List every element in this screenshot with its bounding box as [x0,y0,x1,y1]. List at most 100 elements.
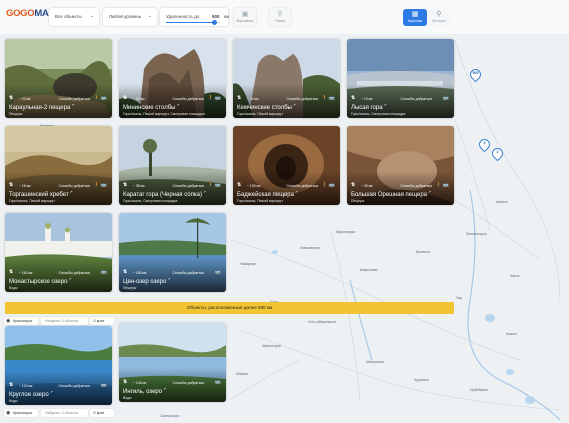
external-link-icon: ↗ [292,103,296,107]
map-label-city: Уяр [456,296,462,300]
access-level-select[interactable]: Любой уровень ⌄ [103,8,157,26]
how-to-get-link[interactable]: Способы добраться [401,97,432,101]
search-button[interactable]: ⚲ Поиск [269,8,291,26]
place-title: Мининские столбы [123,105,176,111]
place-title: Кемчинские столбы [237,105,292,111]
region-location-button[interactable]: ◉ Красноярск [4,409,38,417]
map-label-city: Абакан [236,372,249,376]
cards-view-toggle[interactable]: ▦ Карточки [403,9,427,26]
place-card[interactable]: ⇅ ~ 23 км Способы добраться 🚶🚌 Караульна… [5,39,112,118]
external-link-icon: ↗ [167,277,171,281]
route-icon: ⇅ [123,95,128,101]
transport-icons: 🚌 [100,269,108,275]
place-title: Монастырское озеро [9,279,68,285]
chevron-down-icon: ⌄ [147,13,152,19]
route-icon: ⇅ [9,382,14,388]
place-title: Каратаг гора (Черная сопка) [123,192,202,198]
place-card[interactable]: ⇅ ~ 30 км Способы добраться 🚶🚌 Мининские… [119,39,226,118]
how-to-get-link[interactable]: Способы добраться [287,97,318,101]
place-title: Торгашинский хребет [9,192,69,198]
about-region-button[interactable]: О крае [90,409,114,417]
external-link-icon: ↗ [71,103,75,107]
map-label-city: Балахта [416,250,430,254]
map-marker[interactable]: 500 [467,66,484,83]
external-link-icon: ↗ [68,277,72,281]
place-title: Караульная-2 пещера [9,105,71,111]
how-to-get-link[interactable]: Способы добраться [59,97,90,101]
route-icon: ⇅ [351,95,356,101]
external-link-icon: ↗ [176,103,180,107]
external-link-icon: ↗ [69,190,73,194]
transport-icons: 🚶🚌 [435,182,450,188]
gogomap-logo[interactable]: GOGOMAP [6,8,55,19]
top-toolbar: GOGOMAP Все объекты ⌄ Любой уровень ⌄ Уд… [0,0,569,34]
place-tags: Пещеры [123,286,137,290]
place-title: Баджейская пещера [237,192,294,198]
objects-filter-select[interactable]: Все объекты ⌄ [49,8,99,26]
place-card[interactable]: ⇅ ~ 146 км Способы добраться 🚌 Ингиль, о… [119,323,226,402]
place-title: Большая Орешная пещера [351,192,428,198]
place-card[interactable]: ⇅ ~ 160 км Способы добраться 🚌 Монастырс… [5,213,112,292]
place-tags: Воды [9,286,18,290]
map-label-city: Канск [510,274,520,278]
how-to-get-link[interactable]: Способы добраться [401,184,432,188]
transport-icons: 🚌 [214,379,222,385]
place-card[interactable]: ⇅ ~ 38 км Способы добраться 🚶🚌 Каратаг г… [119,126,226,205]
place-card[interactable]: ⇅ ~ 40 км Способы добраться 🚶🚌 Большая О… [347,126,454,205]
map-label-city: Усть-Абаканское [308,320,336,324]
location-pin-icon: ◉ [6,318,11,325]
how-to-get-link[interactable]: Способы добраться [173,97,204,101]
how-to-get-link[interactable]: Способы добраться [173,381,204,385]
route-icon: ⇅ [351,182,356,188]
transport-icons: 🚶🚌 [321,182,336,188]
place-card[interactable]: ⇅ ~ 120 км Способы добраться 🚌 Круглое о… [5,326,112,405]
transport-icons: 🚌 [100,382,108,388]
distance-slider-thumb[interactable] [212,20,218,26]
map-view-toggle[interactable]: ⚲ На карте [428,9,450,26]
distance-slider[interactable] [166,20,220,26]
how-to-get-link[interactable]: Способы добраться [59,271,90,275]
place-tags: Горы/скалы, Пеший маршрут [237,199,283,203]
place-tags: Пещеры [9,112,23,116]
place-tags: Горы/скалы, Пеший маршрут [9,199,55,203]
region-location-button[interactable]: ◉ Красноярск [4,317,38,325]
how-to-get-link[interactable]: Способы добраться [287,184,318,188]
found-count-badge: Найдено: 5 объекта [41,317,88,325]
place-tags: Воды [9,399,18,403]
map-label-city: Кызыл [506,332,518,336]
search-icon: ⚲ [277,11,283,18]
external-link-icon: ↗ [163,387,167,391]
place-tags: Горы/скалы, Смотровая площадка [351,112,406,116]
how-to-get-link[interactable]: Способы добраться [59,384,90,388]
place-card[interactable]: ⇅ ~ 34 км Способы добраться 🚶🚌 Кемчински… [233,39,340,118]
about-region-button[interactable]: О крае [90,317,114,325]
how-to-get-link[interactable]: Способы добраться [173,184,204,188]
transport-icons: 🚶🚌 [207,182,222,188]
map-marker[interactable]: 2 [489,145,506,162]
map-label-city: Красноярск [336,230,356,234]
how-to-get-link[interactable]: Способы добраться [173,271,204,275]
transport-icons: 🚌 [214,269,222,275]
external-link-icon: ↗ [49,390,53,394]
route-icon: ⇅ [123,269,128,275]
place-title: Круглое озеро [9,392,49,398]
map-marker[interactable]: 3 [476,136,493,153]
route-icon: ⇅ [9,95,14,101]
place-title: Цен-озер озеро [123,279,167,285]
distance-value: 500 [212,14,220,19]
map-label-city: Минусинск [366,360,384,364]
place-card[interactable]: ⇅ ~ 13 км Способы добраться 🚌 Лысая гора… [347,39,454,118]
map-label-city: Ирбейское [470,388,489,392]
place-card[interactable]: ⇅ ~ 130 км Способы добраться 🚶🚌 Баджейск… [233,126,340,205]
place-card[interactable]: ⇅ ~ 16 км Способы добраться 🚶🚌 Торгашинс… [5,126,112,205]
route-icon: ⇅ [9,269,14,275]
external-link-icon: ↗ [202,190,206,194]
place-card[interactable]: ⇅ ~ 180 км Способы добраться 🚌 Цен-озер … [119,213,226,292]
external-link-icon: ↗ [383,103,387,107]
distance-filter[interactable]: Удаленность до 500 км [160,8,229,26]
place-title: Ингиль, озеро [123,389,163,395]
how-to-get-link[interactable]: Способы добраться [59,184,90,188]
map-label-city: Курагино [414,378,430,382]
my-places-button[interactable]: ▣ Мои места [234,8,256,26]
route-icon: ⇅ [9,182,14,188]
